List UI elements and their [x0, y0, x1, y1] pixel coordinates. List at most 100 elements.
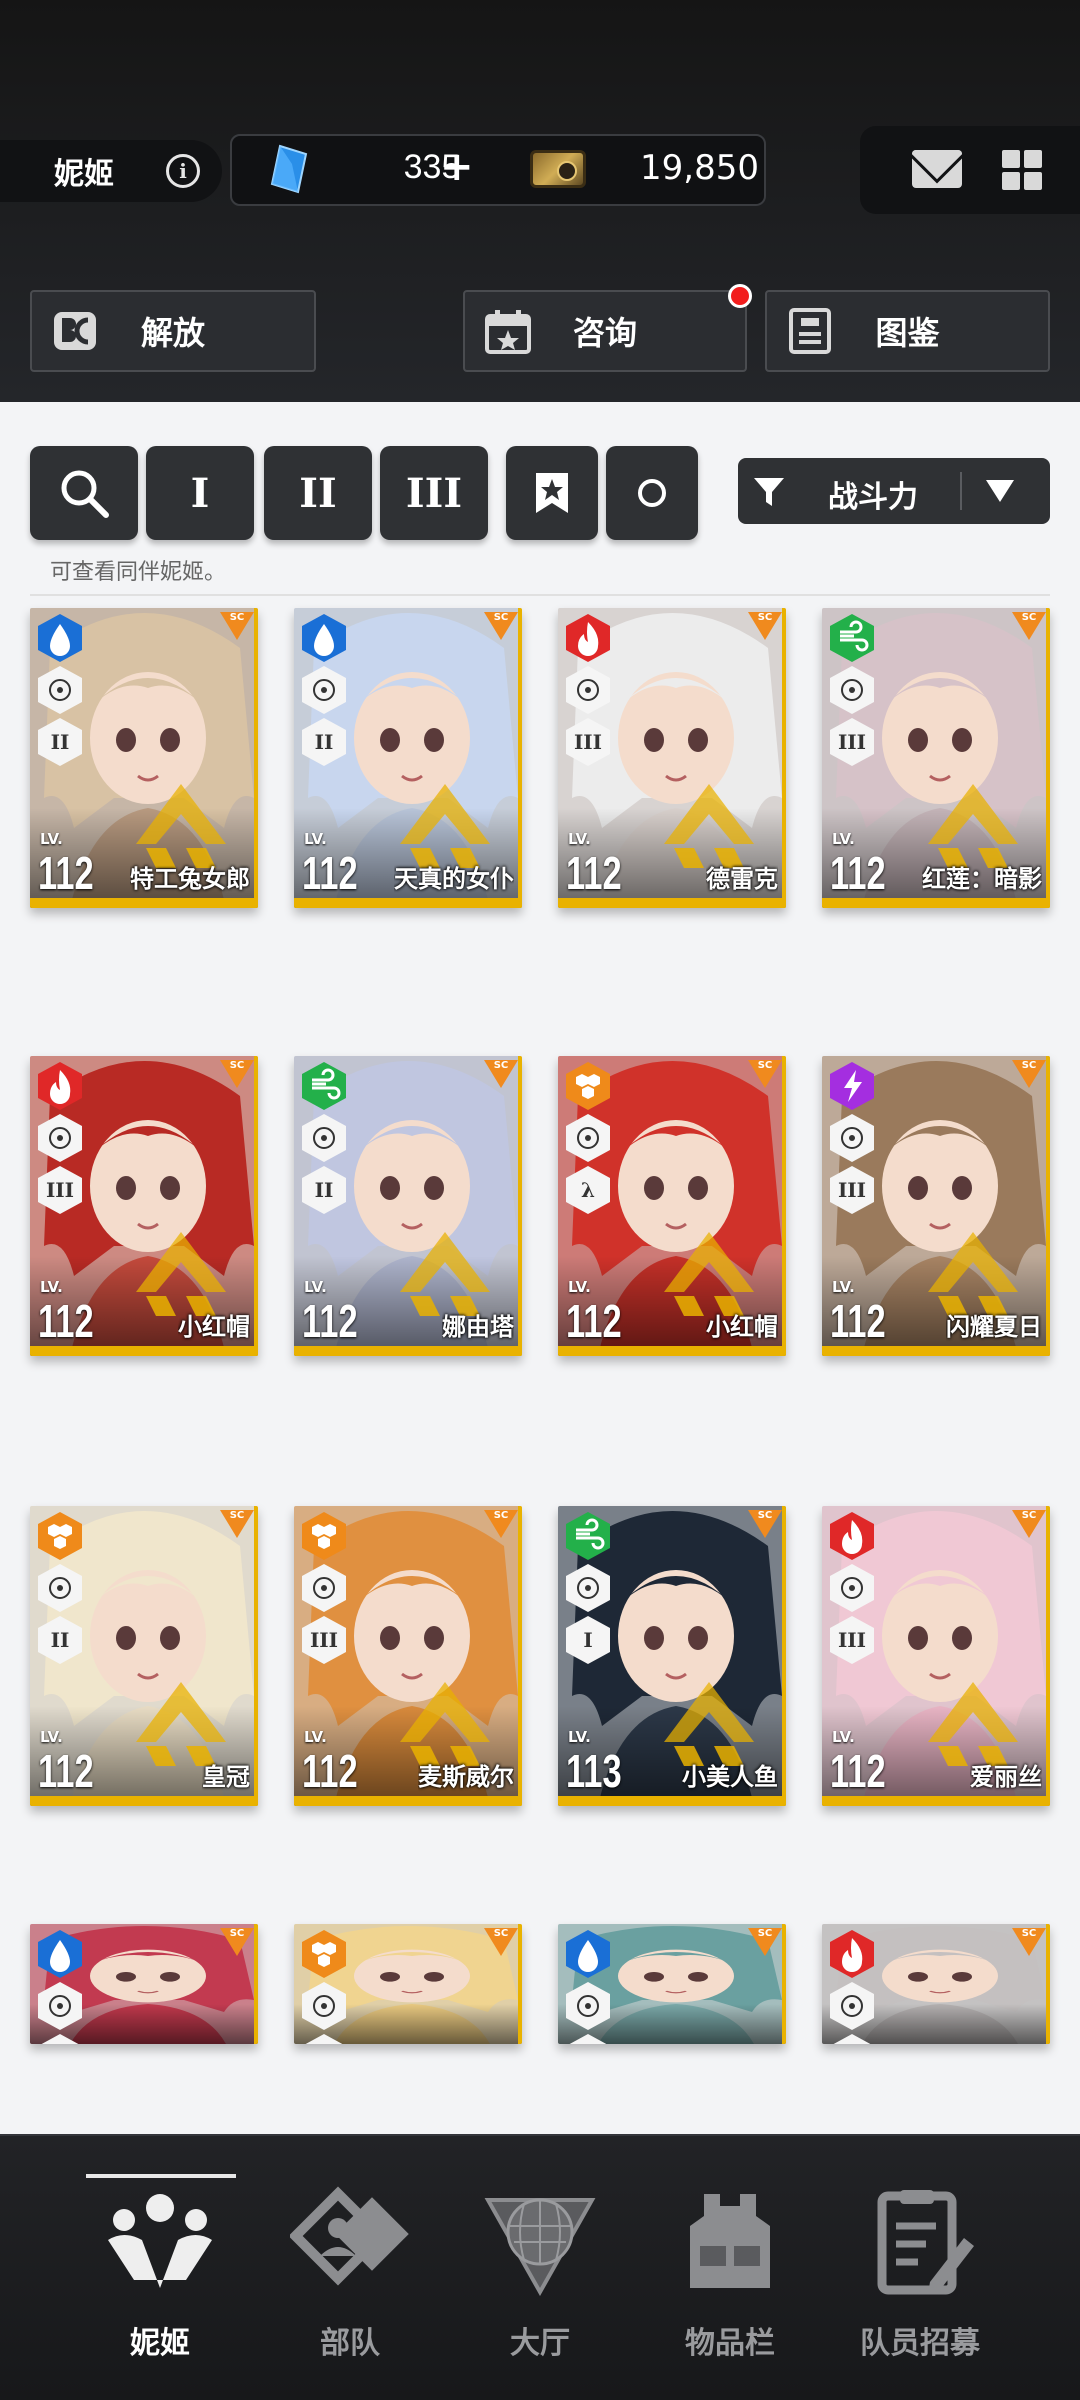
burst-emblem: [136, 1682, 226, 1766]
nikke-name: 天真的女仆: [394, 865, 514, 893]
rarity-bar: [558, 1346, 786, 1356]
level-tag: LV.: [568, 830, 591, 848]
clipboard-icon: [877, 2190, 974, 2295]
vest-icon: [690, 2194, 770, 2288]
nikke-card[interactable]: I SC: [294, 1924, 522, 2044]
nikke-name: 麦斯威尔: [418, 1763, 514, 1791]
burst-class-label: II: [314, 1178, 334, 1202]
nav-item-recruit[interactable]: 队员招募: [830, 2176, 1010, 2376]
search-icon: [61, 470, 109, 518]
rarity-bar: [558, 898, 786, 908]
level-value: 112: [38, 1295, 94, 1347]
burst-class-label: λ: [580, 1178, 596, 1202]
nikke-card[interactable]: III SC 112 LV. 爱丽丝: [822, 1506, 1050, 1806]
level-tag: LV.: [568, 1278, 591, 1296]
nikke-card[interactable]: λ SC 112 LV. 小红帽: [558, 1056, 786, 1356]
burst-class-label: III: [837, 730, 867, 754]
nikke-card[interactable]: II SC 112 LV. 天真的女仆: [294, 608, 522, 908]
level-value: 112: [38, 1745, 94, 1797]
nikke-name: 闪耀夏日: [946, 1313, 1042, 1341]
burst-emblem: [664, 784, 754, 868]
circle-icon: [638, 479, 666, 507]
nav-label-inventory: 物品栏: [685, 2326, 775, 2361]
burst-emblem: [400, 784, 490, 868]
squad-icon: [290, 2186, 409, 2286]
level-tag: LV.: [832, 830, 855, 848]
rarity-bar: [822, 898, 1050, 908]
nav-label-squad: 部队: [320, 2326, 380, 2361]
burst-class-label: I: [583, 1628, 593, 1652]
burst-class-label: III: [837, 1178, 867, 1202]
nikke-card[interactable]: I SC 113 LV. 小美人鱼: [558, 1506, 786, 1806]
nav-item-inventory[interactable]: 物品栏: [640, 2176, 820, 2376]
nikke-card[interactable]: II SC 112 LV. 娜由塔: [294, 1056, 522, 1356]
gem-plus-button[interactable]: +: [440, 144, 474, 190]
nav-item-squad[interactable]: 部队: [260, 2176, 440, 2376]
mail-icon[interactable]: [912, 150, 962, 188]
nav-item-lobby[interactable]: 大厅: [450, 2176, 630, 2376]
codex-button[interactable]: 图鉴: [765, 290, 1050, 372]
burst-emblem: [928, 1232, 1018, 1316]
level-tag: LV.: [304, 1728, 327, 1746]
level-tag: LV.: [568, 1728, 591, 1746]
nikke-name: 德雷克: [706, 865, 778, 893]
liberate-button[interactable]: 解放: [30, 290, 316, 372]
filter-funnel-icon: [754, 478, 784, 506]
nikke-card[interactable]: III SC 112 LV. 麦斯威尔: [294, 1506, 522, 1806]
nikke-card[interactable]: III SC: [822, 1924, 1050, 2044]
filter-burst-II[interactable]: II: [264, 446, 372, 540]
nikke-card[interactable]: II SC 112 LV. 特工兔女郎: [30, 608, 258, 908]
rarity-bar: [294, 1346, 522, 1356]
rarity-bar: [822, 1796, 1050, 1806]
burst-emblem: [928, 784, 1018, 868]
chevron-down-icon: [986, 480, 1014, 502]
level-value: 112: [830, 1295, 886, 1347]
credit-value: 19,850: [640, 148, 759, 188]
nav-label-lobby: 大厅: [510, 2326, 570, 2361]
burst-class-label: III: [837, 1628, 867, 1652]
level-value: 113: [566, 1745, 622, 1797]
info-icon[interactable]: i: [166, 154, 200, 188]
nikke-name: 小红帽: [178, 1313, 250, 1341]
filter-burst-III[interactable]: III: [380, 446, 488, 540]
credit-icon: [530, 150, 586, 188]
rarity-bar: [30, 898, 258, 908]
level-tag: LV.: [40, 1728, 63, 1746]
nikke-card[interactable]: III SC 112 LV. 小红帽: [30, 1056, 258, 1356]
nav-item-nikke[interactable]: 妮姬: [70, 2176, 250, 2376]
nav-label-recruit: 队员招募: [860, 2326, 980, 2361]
gem-icon[interactable]: [268, 144, 310, 194]
level-value: 112: [830, 1745, 886, 1797]
nikke-card[interactable]: III SC 112 LV. 红莲：暗影: [822, 608, 1050, 908]
lobby-icon: [484, 2198, 596, 2296]
filter-circle-button[interactable]: [606, 446, 698, 540]
nikke-card[interactable]: II SC: [30, 1924, 258, 2044]
nikke-card[interactable]: III SC 112 LV. 德雷克: [558, 608, 786, 908]
nikke-name: 特工兔女郎: [130, 865, 250, 893]
grid-menu-icon[interactable]: [1002, 150, 1042, 190]
codex-label: 图鉴: [875, 314, 940, 352]
consult-button[interactable]: 咨询: [463, 290, 747, 372]
rarity-bar: [30, 1796, 258, 1806]
bookmark-icon: [536, 473, 568, 513]
burst-emblem: [928, 1682, 1018, 1766]
hint-text: 可查看同伴妮姬。: [50, 560, 227, 585]
top-right-panel: [860, 126, 1080, 214]
nikke-list-panel: I II III 战斗力 可查看同伴妮姬。 II SC 112 LV. 特工兔女…: [0, 402, 1080, 2134]
rarity-bar: [294, 898, 522, 908]
burst-class-label: II: [314, 730, 334, 754]
nikke-card[interactable]: II SC 112 LV. 皇冠: [30, 1506, 258, 1806]
page-title: 妮姬: [54, 157, 114, 192]
filter-burst-I[interactable]: I: [146, 446, 254, 540]
search-button[interactable]: [30, 446, 138, 540]
filter-favorite-button[interactable]: [506, 446, 598, 540]
level-value: 112: [302, 1295, 358, 1347]
sort-dropdown[interactable]: 战斗力: [738, 458, 1050, 524]
burst-class-label: III: [45, 1178, 75, 1202]
dropdown-separator: [960, 472, 962, 510]
nikke-card[interactable]: III SC: [558, 1924, 786, 2044]
nikke-card[interactable]: III SC 112 LV. 闪耀夏日: [822, 1056, 1050, 1356]
bottom-nav: 妮姬 部队 大厅 物品栏 队员招募: [0, 2134, 1080, 2400]
level-value: 112: [830, 847, 886, 899]
nikke-name: 皇冠: [202, 1763, 250, 1791]
